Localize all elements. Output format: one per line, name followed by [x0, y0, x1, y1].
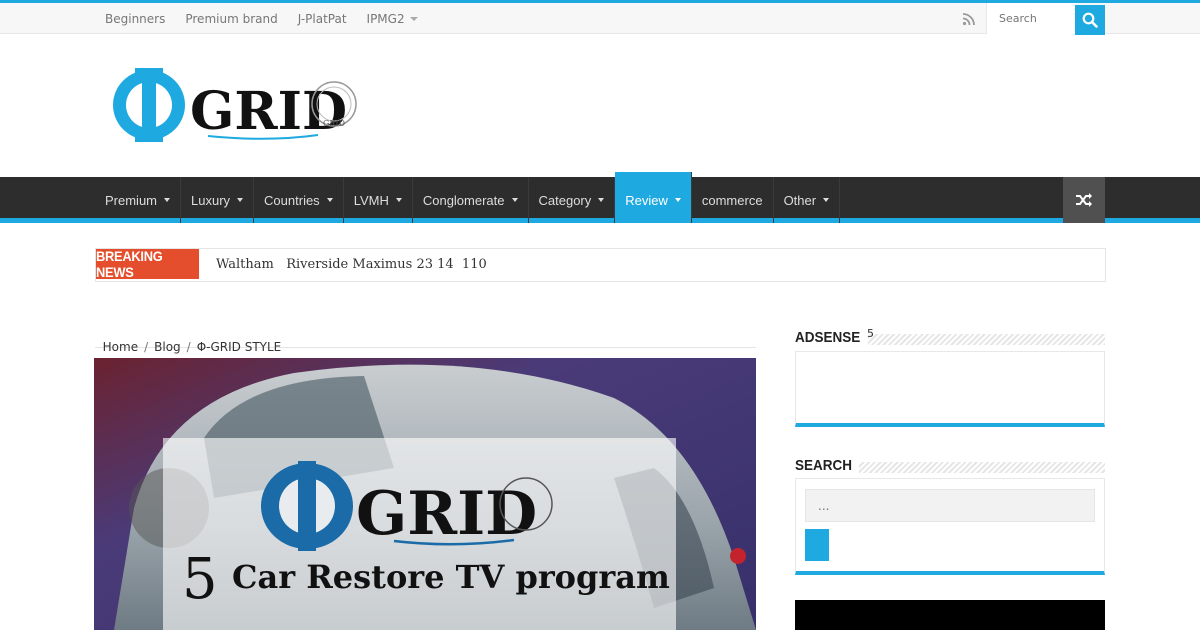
shuffle-icon	[1076, 193, 1092, 207]
nav-item-label: Conglomerate	[422, 192, 505, 208]
chevron-down-icon	[395, 198, 402, 202]
nav-item-countries[interactable]: Countries	[254, 177, 344, 223]
breadcrumb-home[interactable]: Home	[103, 340, 138, 354]
random-post-button[interactable]	[1063, 177, 1105, 223]
nav-item-premium[interactable]: Premium	[95, 177, 182, 223]
rss-icon[interactable]	[962, 12, 976, 26]
adsense-title-stripe	[859, 334, 1105, 345]
chevron-down-icon	[326, 198, 333, 202]
main-nav: Premium Luxury Countries LVMH Conglomerate Ca…	[0, 172, 1200, 223]
featured-caption-number: 5	[182, 547, 218, 612]
breaking-news-label: BREAKING NEWS	[96, 248, 200, 280]
chevron-down-icon	[511, 198, 518, 202]
search-widget-title: SEARCH	[795, 457, 860, 474]
search-icon	[1082, 12, 1098, 28]
top-nav-premium-brand[interactable]: Premium brand	[185, 12, 277, 26]
top-nav-ipmg2[interactable]: IPMG2	[367, 12, 418, 26]
adsense-widget-box	[795, 351, 1105, 427]
top-nav-ipmg2-label: IPMG2	[366, 11, 405, 26]
top-search-input[interactable]	[986, 3, 1076, 34]
top-bar: Beginners Premium brand J-PlatPat IPMG2	[0, 0, 1200, 35]
sidebar-search-input[interactable]	[805, 489, 1095, 522]
chevron-down-icon	[409, 17, 418, 21]
nav-item-other[interactable]: Other	[774, 177, 841, 223]
nav-item-lvmh[interactable]: LVMH	[344, 177, 413, 223]
featured-caption-text: Car Restore TV program	[232, 558, 670, 596]
chevron-down-icon	[823, 198, 830, 202]
nav-item-conglomerate[interactable]: Conglomerate	[413, 177, 529, 223]
featured-image[interactable]: GRID 5 Car Restore TV program	[94, 358, 756, 630]
nav-item-label: Countries	[264, 192, 320, 208]
nav-item-category[interactable]: Category	[529, 177, 616, 223]
search-title-stripe	[851, 462, 1105, 473]
featured-logo-text: GRID	[356, 479, 537, 549]
nav-item-label: Premium	[105, 192, 158, 208]
logo-seal-text: GRID	[323, 119, 345, 128]
breadcrumb-current: Φ-GRID STYLE	[196, 340, 282, 354]
top-search-button[interactable]	[1075, 5, 1105, 35]
nav-item-label: Luxury	[191, 192, 231, 208]
featured-image-graphic: GRID 5 Car Restore TV program	[94, 358, 756, 630]
site-logo[interactable]: GRID GRID	[108, 66, 358, 146]
nav-item-label: commerce	[701, 192, 763, 208]
adsense-count: 5	[867, 327, 874, 340]
sidebar-search-button[interactable]	[805, 529, 829, 561]
top-nav-beginners[interactable]: Beginners	[105, 12, 165, 26]
nav-item-label: Review	[625, 192, 668, 208]
breadcrumb: Home / Blog / Φ-GRID STYLE	[95, 326, 756, 354]
adsense-widget-title: ADSENSE	[795, 329, 868, 346]
nav-item-commerce[interactable]: commerce	[692, 177, 774, 223]
breaking-news-bar: BREAKING NEWS Waltham Riverside Maximus …	[95, 248, 1106, 282]
nav-item-review[interactable]: Review	[615, 172, 692, 223]
nav-item-label: Other	[783, 192, 817, 208]
nav-item-luxury[interactable]: Luxury	[181, 177, 255, 223]
nav-item-label: Category	[538, 192, 592, 208]
nav-item-label: LVMH	[353, 192, 389, 208]
sidebar-widget-black	[795, 600, 1105, 630]
chevron-down-icon	[674, 198, 681, 202]
main-nav-items: Premium Luxury Countries LVMH Conglomerate Ca…	[95, 172, 841, 223]
breaking-news-link[interactable]: Waltham Riverside Maximus 23 14 110	[216, 257, 487, 272]
chevron-down-icon	[598, 198, 605, 202]
chevron-down-icon	[164, 198, 171, 202]
chevron-down-icon	[237, 198, 244, 202]
top-nav: Beginners Premium brand J-PlatPat IPMG2	[95, 3, 428, 34]
breadcrumb-blog[interactable]: Blog	[154, 340, 181, 354]
top-nav-j-platpat[interactable]: J-PlatPat	[298, 12, 347, 26]
